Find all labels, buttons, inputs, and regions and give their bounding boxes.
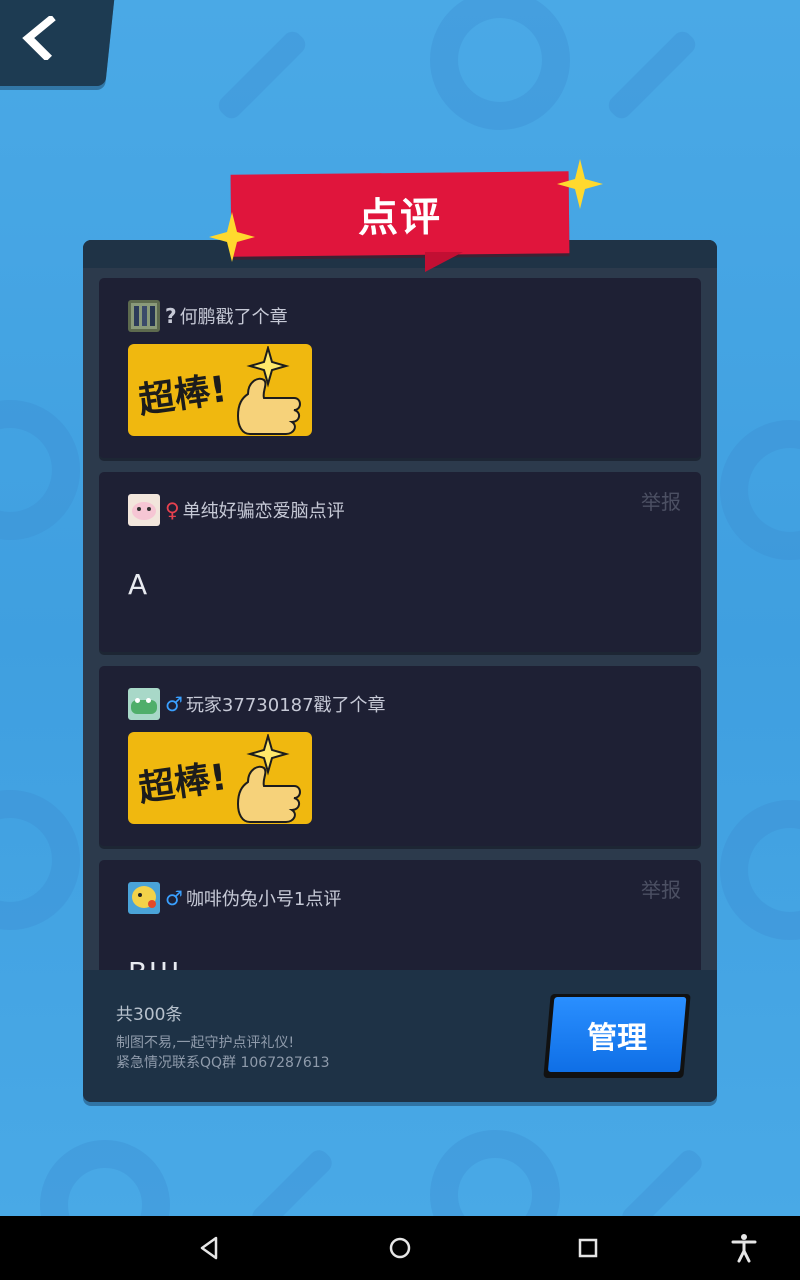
avatar[interactable] <box>128 688 160 720</box>
avatar[interactable] <box>128 882 160 914</box>
manage-button[interactable]: 管理 <box>543 994 691 1078</box>
system-navigation-bar <box>0 1216 800 1280</box>
comment-author-line: 咖啡伪兔小号1点评 <box>185 889 342 910</box>
comment-card: ? 何鹏戳了个章 超棒! <box>99 278 701 458</box>
comment-text: B!!! <box>128 956 181 970</box>
gender-unknown-icon: ? <box>165 304 177 328</box>
female-icon: ♀ <box>165 498 180 522</box>
back-arrow-icon <box>22 16 56 60</box>
male-icon: ♂ <box>165 692 183 716</box>
avatar[interactable] <box>128 494 160 526</box>
comment-header: ♂ 咖啡伪兔小号1点评 <box>128 882 341 914</box>
sticker-great: 超棒! <box>128 344 312 436</box>
nav-home-icon[interactable] <box>384 1232 416 1264</box>
manage-label: 管理 <box>587 1020 648 1056</box>
sticker-label: 超棒! <box>136 757 230 810</box>
avatar[interactable] <box>128 300 160 332</box>
accessibility-icon[interactable] <box>728 1232 760 1264</box>
comment-list[interactable]: ? 何鹏戳了个章 超棒! ♀ 单纯好骗恋爱脑点评 举报 A ♂ 玩家377301… <box>99 278 701 970</box>
comment-author-line: 何鹏戳了个章 <box>179 307 288 328</box>
page-title: 点评 <box>357 194 443 242</box>
report-button[interactable]: 举报 <box>641 486 681 515</box>
sparkle-icon <box>557 159 603 209</box>
ribbon-tail <box>425 252 463 272</box>
nav-back-icon[interactable] <box>194 1232 226 1264</box>
sticker-great: 超棒! <box>128 732 312 824</box>
review-panel: ? 何鹏戳了个章 超棒! ♀ 单纯好骗恋爱脑点评 举报 A ♂ 玩家377301… <box>83 240 717 1102</box>
comment-card: ♂ 玩家37730187戳了个章 超棒! <box>99 666 701 846</box>
total-count: 共300条 <box>116 1005 183 1025</box>
sparkle-icon <box>209 212 255 262</box>
comment-header: ♀ 单纯好骗恋爱脑点评 <box>128 494 345 526</box>
title-ribbon: 点评 <box>230 171 570 257</box>
thumbs-up-icon <box>236 734 301 823</box>
sticker-label: 超棒! <box>136 369 230 422</box>
male-icon: ♂ <box>165 886 183 910</box>
comment-header: ? 何鹏戳了个章 <box>128 300 288 332</box>
comment-card: ♀ 单纯好骗恋爱脑点评 举报 A <box>99 472 701 652</box>
back-button[interactable] <box>0 0 115 86</box>
thumbs-up-icon <box>236 346 301 435</box>
nav-recents-icon[interactable] <box>572 1232 604 1264</box>
notice-line-1: 制图不易,一起守护点评礼仪! <box>116 1035 295 1051</box>
comment-text: A <box>128 568 148 601</box>
comment-author-line: 玩家37730187戳了个章 <box>185 695 386 716</box>
manage-button-face: 管理 <box>547 997 687 1072</box>
notice-line-2: 紧急情况联系QQ群 1067287613 <box>116 1055 330 1071</box>
comment-author-line: 单纯好骗恋爱脑点评 <box>182 501 345 522</box>
comment-header: ♂ 玩家37730187戳了个章 <box>128 688 386 720</box>
panel-footer: 共300条 制图不易,一起守护点评礼仪! 紧急情况联系QQ群 106728761… <box>83 970 717 1102</box>
report-button[interactable]: 举报 <box>641 874 681 903</box>
comment-card: ♂ 咖啡伪兔小号1点评 举报 B!!! <box>99 860 701 970</box>
